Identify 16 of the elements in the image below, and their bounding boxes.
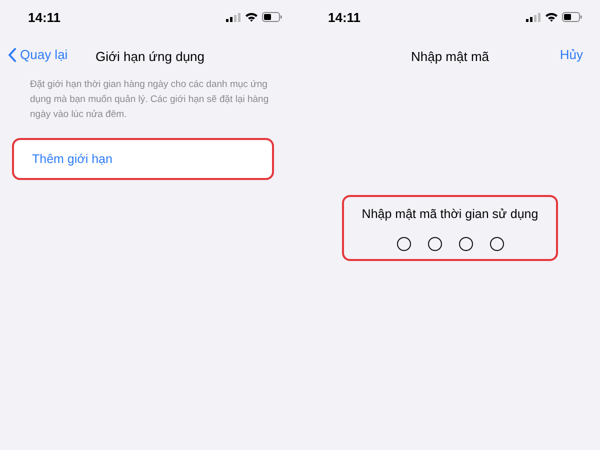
status-time: 14:11: [28, 10, 61, 24]
passcode-prompt: Nhập mật mã thời gian sử dụng: [362, 207, 538, 221]
signal-icon: [526, 12, 541, 22]
battery-icon: [262, 12, 282, 22]
wifi-icon: [245, 12, 258, 22]
signal-icon: [226, 12, 241, 22]
wifi-icon: [545, 12, 558, 22]
nav-title: Giới hạn ứng dụng: [95, 48, 205, 64]
status-time: 14:11: [328, 10, 361, 24]
cancel-button[interactable]: Hủy: [560, 47, 583, 62]
battery-icon: [562, 12, 582, 22]
chevron-left-icon: [8, 48, 16, 62]
nav-title: Nhập mật mã: [410, 48, 490, 64]
add-limit-button[interactable]: Thêm giới hạn: [14, 140, 272, 178]
back-button[interactable]: Quay lại: [8, 47, 68, 62]
description-text: Đặt giới hạn thời gian hàng ngày cho các danh mục ứng dụng mà bạn muốn quản lý. Các giới hạn sẽ đặt lại hàng ngày vào lúc nửa đêm.: [30, 78, 270, 122]
